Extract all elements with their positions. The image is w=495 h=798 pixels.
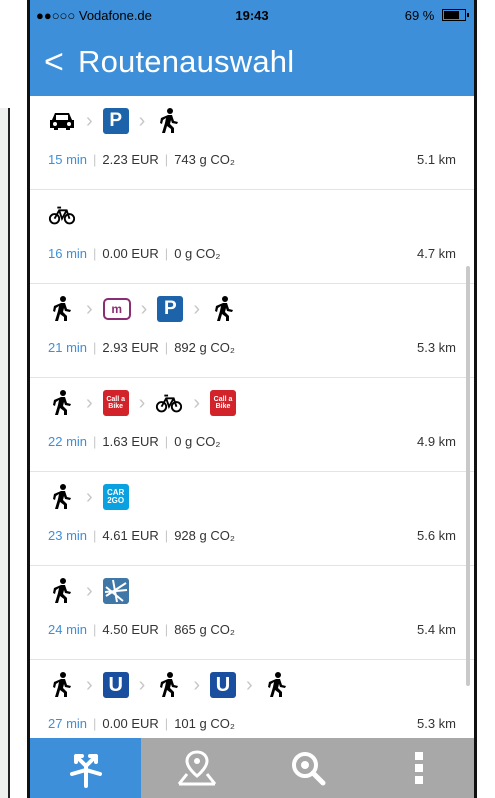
ubahn-icon: U [210,672,237,698]
tab-search[interactable] [252,738,363,798]
walk-icon [155,671,183,699]
status-bar: ●●○○○ Vodafone.de 19:43 69 % [30,0,474,30]
walk-icon [210,295,238,323]
route-cost: 1.63 EUR [102,434,159,449]
more-tab-icon [414,752,423,784]
walk-icon [48,577,76,605]
route-duration: 16 min [48,246,88,261]
route-duration: 24 min [48,622,88,637]
call-a-bike-icon: Call a Bike [210,390,237,416]
walk-icon [48,389,76,417]
routes-tab-icon [69,754,102,788]
route-distance: 5.6 km [416,528,456,543]
route-cost: 0.00 EUR [102,246,159,261]
walk-icon [48,671,76,699]
chevron-right-icon: › [138,673,146,696]
route-cost: 2.23 EUR [102,152,159,167]
chevron-right-icon: › [246,673,253,696]
scrollbar[interactable] [466,266,470,686]
route-co2: 0 g CO₂ [174,246,221,261]
back-button[interactable]: < [44,43,64,82]
battery-percent: 69 % [404,8,435,23]
route-row[interactable]: › 24 min | 4.50 EUR | 865 g CO₂ 5.4 km [30,566,474,660]
car-icon [48,107,76,135]
page-title: Routenauswahl [78,44,295,79]
route-row[interactable]: › U › › U › 27 min | 0.00 EUR | 101 g CO₂ 5.… [30,660,474,738]
map-service-icon [102,578,129,604]
tab-routes[interactable] [30,738,141,798]
car2go-icon: CAR 2GO [102,484,129,510]
route-co2: 0 g CO₂ [174,434,221,449]
route-duration: 27 min [48,716,88,731]
route-cost: 4.61 EUR [102,528,159,543]
route-distance: 4.7 km [416,246,456,261]
route-cost: 4.50 EUR [102,622,159,637]
route-co2: 892 g CO₂ [174,340,235,355]
route-co2: 928 g CO₂ [174,528,235,543]
chevron-right-icon: › [86,297,93,320]
route-duration: 15 min [48,152,88,167]
route-row[interactable]: 16 min | 0.00 EUR | 0 g CO₂ 4.7 km [30,190,474,284]
tab-bar [30,738,474,798]
route-distance: 5.3 km [416,716,456,731]
route-distance: 5.1 km [416,152,456,167]
chevron-right-icon: › [86,109,93,132]
route-cost: 0.00 EUR [102,716,159,731]
route-co2: 101 g CO₂ [174,716,235,731]
bike-icon [48,201,76,229]
parking-icon: P [102,108,129,134]
ev-charging-icon: m [102,298,131,320]
call-a-bike-icon: Call a Bike [102,390,129,416]
route-list[interactable]: › P › 15 min | 2.23 EUR | 743 g CO₂ 5.1 km 1… [30,96,474,738]
route-co2: 865 g CO₂ [174,622,235,637]
phone-screen: ●●○○○ Vodafone.de 19:43 69 % < Routenaus… [27,0,477,798]
chevron-right-icon: › [193,673,201,696]
tab-more[interactable] [363,738,474,798]
chevron-right-icon: › [86,579,93,602]
chevron-right-icon: › [86,673,93,696]
chevron-right-icon: › [138,109,146,132]
walk-icon [263,671,291,699]
chevron-right-icon: › [193,391,201,414]
ubahn-icon: U [102,672,129,698]
chevron-right-icon: › [193,297,201,320]
route-distance: 5.3 km [416,340,456,355]
route-row[interactable]: › P › 15 min | 2.23 EUR | 743 g CO₂ 5.1 km [30,96,474,190]
route-row[interactable]: › CAR 2GO 23 min | 4.61 EUR | 928 g CO₂ 5.6 … [30,472,474,566]
walk-icon [48,483,76,511]
route-row[interactable]: › Call a Bike › › Call a Bike 22 min | 1.6… [30,378,474,472]
route-distance: 5.4 km [416,622,456,637]
route-cost: 2.93 EUR [102,340,159,355]
battery-indicator: 69 % [404,8,469,23]
navigation-bar: < Routenauswahl [30,30,474,96]
map-pin-tab-icon [177,750,216,786]
route-row[interactable]: › m › P › 21 min | 2.93 EUR | 892 g CO₂ 5.3 … [30,284,474,378]
route-duration: 22 min [48,434,88,449]
route-co2: 743 g CO₂ [174,152,235,167]
walk-icon [48,295,76,323]
chevron-right-icon: › [138,391,146,414]
background-map-edge [0,108,10,798]
chevron-right-icon: › [140,297,148,320]
walk-icon [155,107,183,135]
bike-icon [155,389,183,417]
chevron-right-icon: › [86,391,93,414]
battery-icon [442,9,469,21]
route-meta: 15 min | 2.23 EUR | 743 g CO₂ [48,152,235,167]
route-duration: 23 min [48,528,88,543]
parking-icon: P [157,296,184,322]
route-distance: 4.9 km [416,434,456,449]
route-duration: 21 min [48,340,88,355]
chevron-right-icon: › [86,485,93,508]
search-tab-icon [291,752,325,786]
tab-map[interactable] [141,738,252,798]
